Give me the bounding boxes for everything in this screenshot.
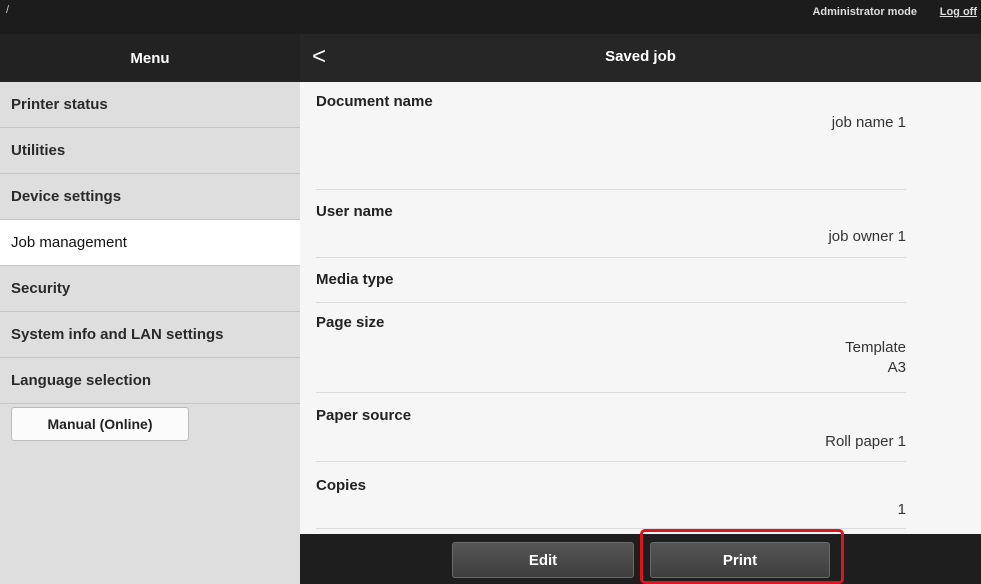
print-button[interactable]: Print [650,542,830,578]
sidebar-item-label: Job management [11,234,127,251]
menu-title: Menu [130,49,170,67]
log-off-link[interactable]: Log off [940,6,977,18]
top-bar: / Administrator mode Log off [0,0,981,34]
field-user-name: User name job owner 1 [316,190,906,258]
sidebar-item-label: Language selection [11,372,152,389]
field-value: Template [845,339,906,356]
field-document-name: Document name job name 1 [316,82,906,190]
field-page-size: Page size Template A3 [316,303,906,393]
field-value: 1 [897,501,906,518]
sidebar-item-label: System info and LAN settings [11,326,224,343]
page-header: < Saved job [300,34,981,82]
sidebar-item-label: Utilities [11,142,66,159]
field-paper-source: Paper source Roll paper 1 [316,393,906,462]
sidebar-item-label: Security [11,280,71,297]
sidebar-item-system-info[interactable]: System info and LAN settings [0,312,300,358]
field-value: A3 [887,359,906,376]
action-bar: Edit Print [300,534,981,584]
sidebar-item-label: Printer status [11,96,108,113]
sidebar-item-device-settings[interactable]: Device settings [0,174,300,220]
field-copies: Copies 1 [316,462,906,529]
field-value: job owner 1 [828,228,906,245]
field-label: Paper source [316,407,412,424]
field-label: Media type [316,271,394,288]
field-value: job name 1 [831,114,906,131]
sidebar-item-label: Device settings [11,188,122,205]
path-indicator: / [6,4,10,16]
field-value: Roll paper 1 [825,433,906,450]
admin-mode-label: Administrator mode [812,6,917,18]
menu-header: Menu [0,34,300,82]
edit-button[interactable]: Edit [452,542,634,578]
field-label: Copies [316,477,367,494]
field-media-type: Media type [316,258,906,303]
manual-online-button[interactable]: Manual (Online) [11,407,189,441]
sidebar-item-language-selection[interactable]: Language selection [0,358,300,404]
sidebar-item-security[interactable]: Security [0,266,300,312]
page-title: Saved job [605,48,676,65]
sidebar-item-job-management[interactable]: Job management [0,220,300,266]
field-label: Document name [316,93,433,110]
sidebar-item-printer-status[interactable]: Printer status [0,82,300,128]
field-label: Page size [316,314,385,331]
sidebar-item-utilities[interactable]: Utilities [0,128,300,174]
field-label: User name [316,203,393,220]
job-details: Document name job name 1 User name job o… [300,82,981,534]
sidebar: Printer status Utilities Device settings… [0,82,300,584]
